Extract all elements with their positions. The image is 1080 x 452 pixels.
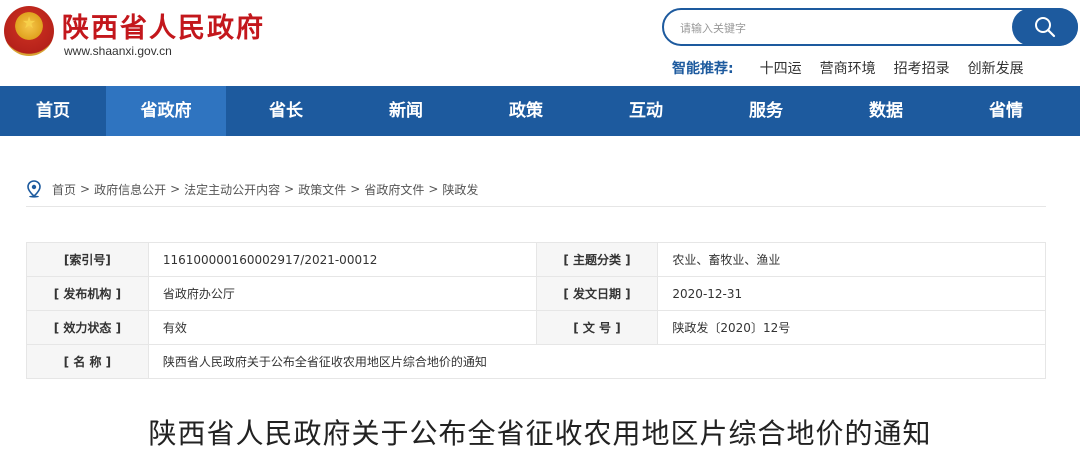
topic-label: [ 主题分类 ]	[535, 242, 659, 277]
nav-item-policy[interactable]: 政策	[466, 86, 586, 136]
name-value: 陕西省人民政府关于公布全省征收农用地区片综合地价的通知	[147, 344, 1047, 379]
breadcrumb-separator: >	[80, 182, 91, 196]
site-title: 陕西省人民政府	[62, 13, 265, 44]
topic-value: 农业、畜牧业、渔业	[657, 242, 1046, 277]
table-row: [ 名 称 ] 陕西省人民政府关于公布全省征收农用地区片综合地价的通知	[26, 344, 1047, 379]
table-row: [ 发布机构 ] 省政府办公厅 [ 发文日期 ] 2020-12-31	[26, 276, 1046, 311]
search-icon	[1035, 17, 1056, 38]
date-label: [ 发文日期 ]	[535, 276, 659, 311]
breadcrumb-provincial-documents[interactable]: 省政府文件	[364, 181, 424, 198]
recommend-link[interactable]: 招考招录	[894, 58, 950, 78]
breadcrumb-separator: >	[350, 182, 361, 196]
document-info-table: [索引号] 116100000160002917/2021-00012 [ 主题…	[26, 242, 1047, 379]
main-nav: 首页 省政府 省长 新闻 政策 互动 服务 数据 省情	[0, 86, 1080, 136]
breadcrumb-info-disclosure[interactable]: 政府信息公开	[94, 181, 166, 198]
table-row: [ 效力状态 ] 有效 [ 文 号 ] 陕政发〔2020〕12号	[26, 310, 1046, 345]
breadcrumb-separator: >	[284, 182, 295, 196]
document-title: 陕西省人民政府关于公布全省征收农用地区片综合地价的通知	[148, 417, 932, 450]
nav-item-province-info[interactable]: 省情	[946, 86, 1066, 136]
smart-recommend: 智能推荐: 十四运 营商环境 招考招录 创新发展	[672, 58, 1042, 78]
nav-item-home[interactable]: 首页	[0, 86, 106, 136]
nav-item-governor[interactable]: 省长	[226, 86, 346, 136]
recommend-link[interactable]: 营商环境	[820, 58, 876, 78]
breadcrumb-divider	[26, 206, 1046, 207]
recommend-link[interactable]: 创新发展	[968, 58, 1024, 78]
breadcrumb-current[interactable]: 陕政发	[442, 181, 478, 198]
nav-item-data[interactable]: 数据	[826, 86, 946, 136]
index-value: 116100000160002917/2021-00012	[147, 242, 537, 277]
nav-item-services[interactable]: 服务	[706, 86, 826, 136]
breadcrumb-separator: >	[428, 182, 439, 196]
nav-item-news[interactable]: 新闻	[346, 86, 466, 136]
site-header: 陕西省人民政府 www.shaanxi.gov.cn 智能推荐: 十四运 营商环…	[0, 0, 1080, 86]
index-label: [索引号]	[26, 242, 149, 277]
location-pin-icon	[27, 180, 41, 198]
date-value: 2020-12-31	[657, 276, 1046, 311]
breadcrumb: 首页 > 政府信息公开 > 法定主动公开内容 > 政策文件 > 省政府文件 > …	[26, 180, 478, 198]
national-emblem-icon	[4, 6, 54, 56]
table-row: [索引号] 116100000160002917/2021-00012 [ 主题…	[26, 242, 1046, 277]
publisher-value: 省政府办公厅	[147, 276, 537, 311]
name-label: [ 名 称 ]	[26, 344, 149, 379]
nav-item-interaction[interactable]: 互动	[586, 86, 706, 136]
search-box	[662, 8, 1078, 46]
recommend-link[interactable]: 十四运	[760, 58, 802, 78]
breadcrumb-statutory-content[interactable]: 法定主动公开内容	[184, 181, 280, 198]
main-content: 首页 > 政府信息公开 > 法定主动公开内容 > 政策文件 > 省政府文件 > …	[0, 136, 1080, 452]
site-logo[interactable]: 陕西省人民政府 www.shaanxi.gov.cn	[4, 2, 304, 60]
site-url: www.shaanxi.gov.cn	[64, 44, 172, 58]
breadcrumb-policy-documents[interactable]: 政策文件	[298, 181, 346, 198]
breadcrumb-home[interactable]: 首页	[52, 181, 76, 198]
breadcrumb-separator: >	[170, 182, 181, 196]
doc-number-label: [ 文 号 ]	[535, 310, 659, 345]
search-input[interactable]	[680, 18, 1000, 38]
smart-recommend-label: 智能推荐:	[672, 61, 734, 77]
doc-number-value: 陕政发〔2020〕12号	[657, 310, 1046, 345]
publisher-label: [ 发布机构 ]	[26, 276, 149, 311]
nav-item-provincial-government[interactable]: 省政府	[106, 86, 226, 136]
status-label: [ 效力状态 ]	[26, 310, 149, 345]
search-button[interactable]	[1012, 8, 1078, 46]
status-value: 有效	[147, 310, 537, 345]
